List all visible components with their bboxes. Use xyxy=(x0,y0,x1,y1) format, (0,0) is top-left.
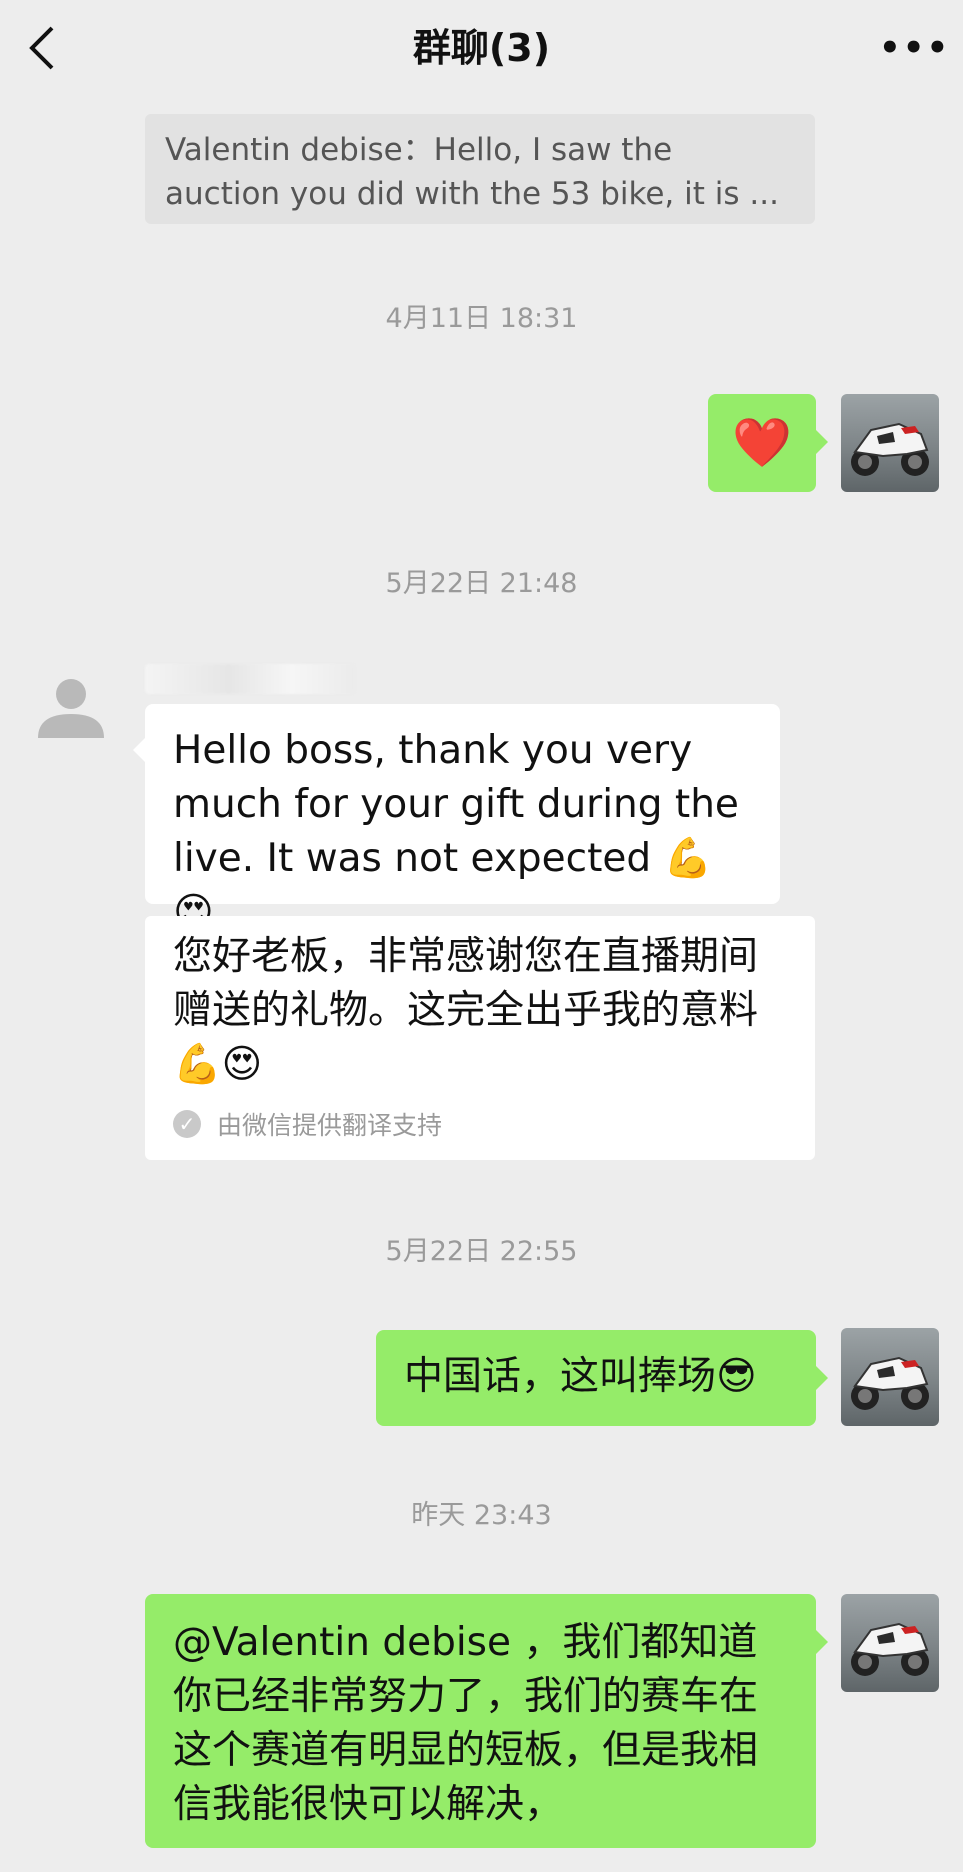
sender-name-blurred xyxy=(145,664,355,694)
check-circle-icon: ✓ xyxy=(173,1110,201,1138)
timestamp: 昨天 23:43 xyxy=(411,1500,552,1531)
translation-text: 您好老板，非常感谢您在直播期间赠送的礼物。这完全出乎我的意料💪😍 xyxy=(173,934,759,1087)
motorcycle-icon xyxy=(851,422,929,476)
default-user-icon xyxy=(38,679,104,738)
top-bar: 群聊(3) ••• xyxy=(0,0,963,96)
message-bubble-self[interactable]: 中国话，这叫捧场😎 xyxy=(376,1330,828,1426)
translation-card[interactable]: 您好老板，非常感谢您在直播期间赠送的礼物。这完全出乎我的意料💪😍 ✓ 由微信提供… xyxy=(145,916,815,1160)
message-text: @Valentin debise ，我们都知道你已经非常努力了，我们的赛车在这个… xyxy=(173,1620,759,1827)
chat-title: 群聊(3) xyxy=(412,26,551,70)
quoted-message[interactable]: Valentin debise：Hello, I saw the auction… xyxy=(145,114,815,224)
message-bubble-self[interactable]: @Valentin debise ，我们都知道你已经非常努力了，我们的赛车在这个… xyxy=(145,1594,828,1848)
avatar-self[interactable] xyxy=(841,394,939,492)
translation-note-label: 由微信提供翻译支持 xyxy=(217,1111,443,1140)
translation-note: ✓ 由微信提供翻译支持 xyxy=(173,1106,787,1142)
timestamp: 5月22日 21:48 xyxy=(385,568,578,599)
message-bubble-other[interactable]: Hello boss, thank you very much for your… xyxy=(133,704,780,935)
timestamp: 4月11日 18:31 xyxy=(385,303,578,334)
heart-emoji: ❤️ xyxy=(732,415,792,471)
motorcycle-icon xyxy=(851,1356,929,1410)
avatar-self[interactable] xyxy=(841,1328,939,1426)
message-text: 中国话，这叫捧场😎 xyxy=(404,1354,757,1399)
message-text: Hello boss, thank you very much for your… xyxy=(173,728,739,935)
motorcycle-icon xyxy=(851,1622,929,1676)
avatar-self[interactable] xyxy=(841,1594,939,1692)
message-bubble-self[interactable]: ❤️ xyxy=(708,394,828,492)
more-dots-icon[interactable]: ••• xyxy=(879,30,948,66)
timestamp: 5月22日 22:55 xyxy=(385,1236,578,1267)
avatar-other[interactable] xyxy=(22,660,120,758)
